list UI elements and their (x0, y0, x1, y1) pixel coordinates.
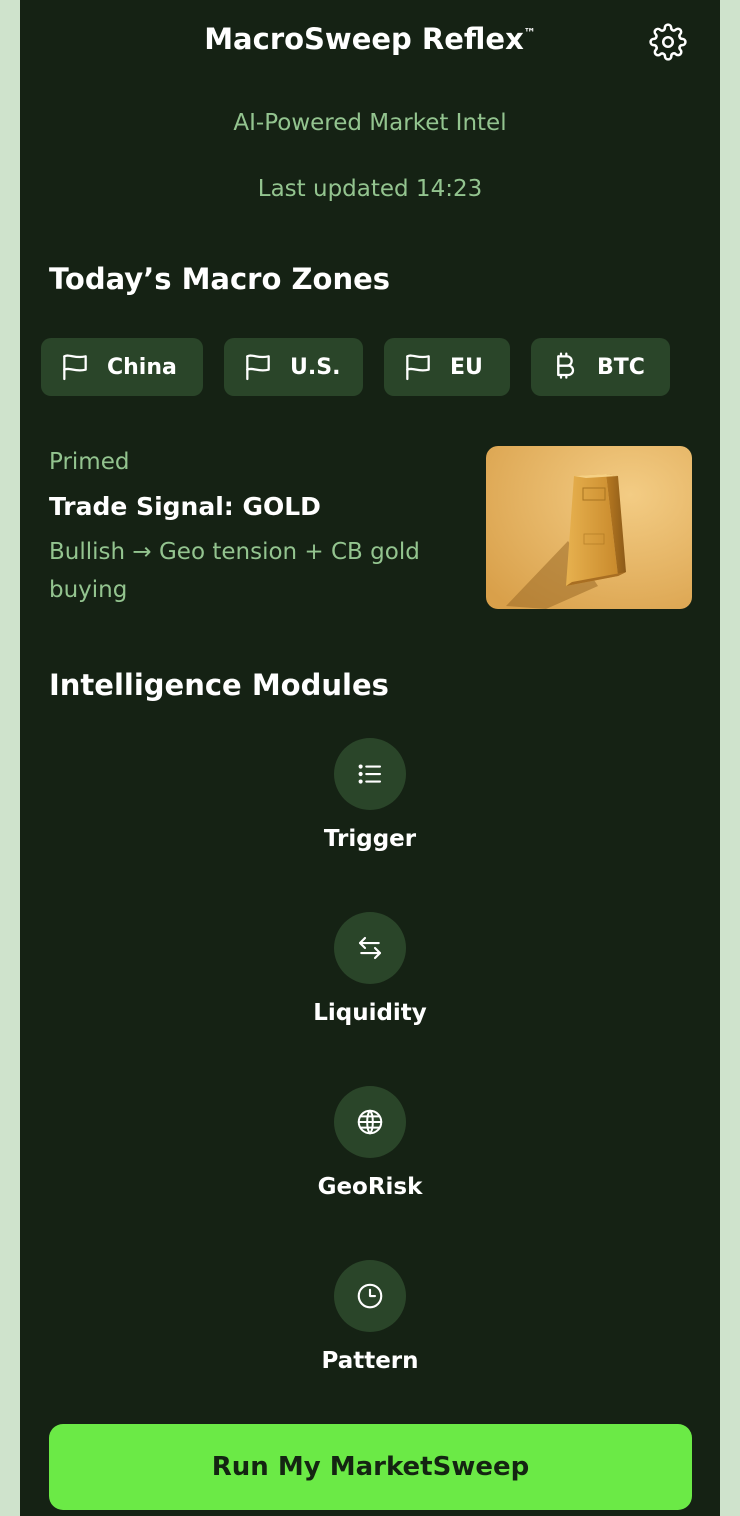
signal-title: Trade Signal: GOLD (49, 492, 321, 521)
macro-zones-title: Today’s Macro Zones (49, 262, 391, 296)
flag-icon (246, 354, 270, 381)
module-label: GeoRisk (317, 1174, 423, 1200)
zone-chip-china[interactable]: China (41, 338, 203, 396)
gold-bar-image (486, 446, 692, 609)
module-label: Pattern (321, 1348, 419, 1374)
app-subtitle: AI-Powered Market Intel (233, 110, 507, 136)
zone-label: EU (450, 354, 483, 380)
trademark-symbol: ™ (523, 26, 536, 40)
flag-icon (63, 354, 87, 381)
module-label: Liquidity (313, 1000, 427, 1026)
gear-icon (649, 23, 687, 61)
module-label: Trigger (323, 826, 417, 852)
module-trigger[interactable]: Trigger (20, 738, 720, 868)
module-liquidity[interactable]: Liquidity (20, 912, 720, 1042)
module-icon-circle (334, 738, 406, 810)
zone-chip-btc[interactable]: BTC (531, 338, 670, 396)
swap-arrows-icon (358, 936, 382, 960)
zone-chip-us[interactable]: U.S. (224, 338, 363, 396)
app-title: MacroSweep Reflex™ (204, 22, 536, 56)
module-pattern[interactable]: Pattern (20, 1260, 720, 1390)
list-icon (358, 764, 382, 784)
module-icon-circle (334, 1086, 406, 1158)
globe-icon (357, 1109, 383, 1135)
bitcoin-icon (557, 352, 575, 379)
module-icon-circle (334, 912, 406, 984)
last-updated: Last updated 14:23 (257, 176, 483, 202)
module-georisk[interactable]: GeoRisk (20, 1086, 720, 1216)
zone-label: U.S. (290, 354, 341, 380)
settings-button[interactable] (648, 22, 688, 62)
clock-icon (357, 1283, 383, 1309)
modules-title: Intelligence Modules (49, 668, 389, 702)
run-marketsweep-button[interactable]: Run My MarketSweep (49, 1424, 692, 1510)
signal-status: Primed (49, 449, 130, 475)
signal-description: Bullish → Geo tension + CB gold buying (49, 539, 420, 603)
app-screen: MacroSweep Reflex™ AI-Powered Market Int… (20, 0, 720, 1516)
zone-chip-eu[interactable]: EU (384, 338, 510, 396)
header: MacroSweep Reflex™ (20, 0, 720, 80)
zone-label: China (107, 354, 177, 380)
zone-label: BTC (597, 354, 645, 380)
flag-icon (406, 354, 430, 381)
module-icon-circle (334, 1260, 406, 1332)
